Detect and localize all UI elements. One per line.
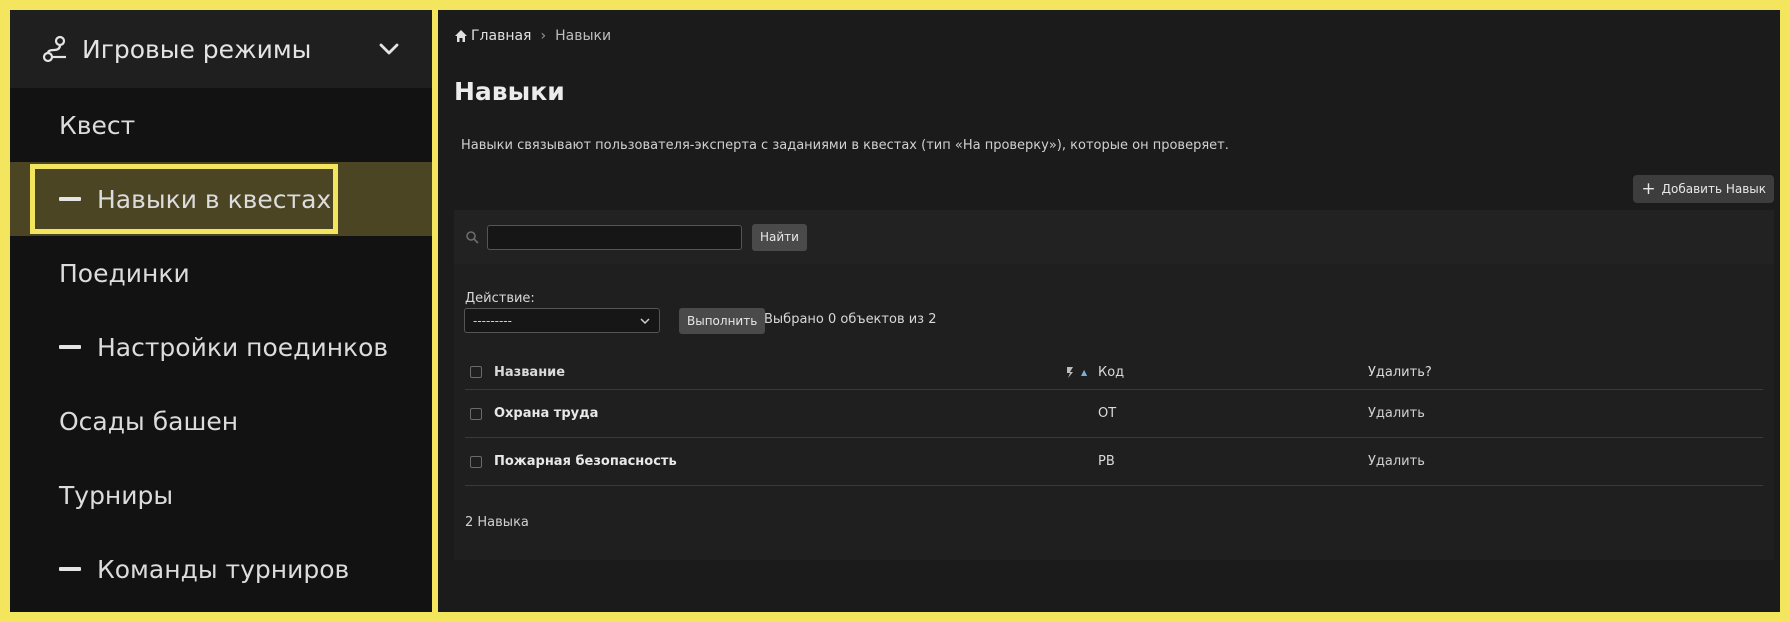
sort-ascending-icon: ▲ [1081, 367, 1088, 377]
page-description: Навыки связывают пользователя-эксперта с… [461, 138, 1229, 153]
sidebar-item-duel-settings[interactable]: Настройки поединков [10, 310, 432, 384]
add-skill-button[interactable]: + Добавить Навык [1633, 175, 1774, 203]
dash-icon [59, 345, 81, 349]
sidebar-item-label: Поединки [59, 258, 190, 288]
sidebar-item-tournaments[interactable]: Турниры [10, 458, 432, 532]
add-skill-label: Добавить Навык [1661, 182, 1766, 196]
main-content: Главная › Навыки Навыки Навыки связывают… [438, 10, 1780, 612]
action-label: Действие: [465, 291, 535, 306]
page-title: Навыки [454, 77, 565, 106]
row-delete-link[interactable]: Удалить [1368, 454, 1763, 469]
sidebar-item-label: Квест [59, 110, 136, 140]
home-icon [455, 30, 467, 42]
breadcrumb-current: Навыки [555, 28, 612, 44]
sidebar-item-label: Команды турниров [97, 554, 350, 584]
sidebar-group-game-modes[interactable]: Игровые режимы [10, 10, 432, 88]
sidebar-item-duels[interactable]: Поединки [10, 236, 432, 310]
row-name-link[interactable]: Пожарная безопасность [494, 454, 677, 469]
row-checkbox[interactable] [470, 455, 482, 468]
column-header-delete: Удалить? [1368, 364, 1432, 380]
search-button[interactable]: Найти [752, 223, 807, 251]
search-bar: Найти [454, 210, 1774, 264]
search-icon [466, 231, 479, 244]
column-header-name[interactable]: Название [494, 365, 1098, 380]
sidebar-group-title: Игровые режимы [82, 34, 312, 64]
sidebar-item-label: Турниры [59, 480, 174, 510]
sidebar-item-label: Осады башен [59, 406, 239, 436]
row-checkbox[interactable] [470, 407, 482, 420]
row-name-link[interactable]: Охрана труда [494, 406, 598, 421]
table-row: Охрана труда OT Удалить [465, 390, 1763, 438]
action-select[interactable]: --------- [464, 308, 660, 333]
search-input[interactable] [487, 224, 742, 250]
sidebar-item-quest[interactable]: Квест [10, 88, 432, 162]
sidebar-item-tournament-teams[interactable]: Команды турниров [10, 532, 432, 606]
route-icon [42, 35, 66, 63]
plus-icon: + [1641, 178, 1656, 199]
sort-priority-icon [1067, 367, 1073, 378]
row-code-cell: OT [1098, 406, 1117, 421]
sidebar-item-tower-sieges[interactable]: Осады башен [10, 384, 432, 458]
breadcrumb-home-link[interactable]: Главная [454, 28, 531, 44]
breadcrumb: Главная › Навыки [454, 28, 611, 44]
row-name-cell: Охрана труда [494, 406, 1098, 421]
result-count: 2 Навыка [465, 515, 529, 530]
sidebar: Игровые режимы Квест Навыки в квестах По… [10, 10, 432, 612]
skills-table: Название Код Удалить? ▲ Охрана труда OT … [465, 355, 1763, 486]
select-all-checkbox[interactable] [470, 366, 482, 378]
row-code-cell: PB [1098, 454, 1115, 469]
column-header-code[interactable]: Код [1098, 365, 1368, 380]
dash-icon [59, 567, 81, 571]
chevron-down-icon [640, 318, 650, 325]
row-name-cell: Пожарная безопасность [494, 454, 1098, 469]
active-item-highlight [30, 164, 338, 234]
run-action-button[interactable]: Выполнить [679, 308, 766, 334]
selected-count: Выбрано 0 объектов из 2 [764, 312, 937, 327]
table-header-row: Название Код Удалить? ▲ [465, 355, 1763, 390]
table-row: Пожарная безопасность PB Удалить [465, 438, 1763, 486]
sort-indicator[interactable]: ▲ [1065, 365, 1087, 379]
action-select-value: --------- [473, 313, 512, 328]
sidebar-item-label: Настройки поединков [97, 332, 389, 362]
chevron-down-icon[interactable] [376, 36, 402, 62]
row-delete-link[interactable]: Удалить [1368, 406, 1763, 421]
breadcrumb-separator: › [540, 28, 547, 44]
sidebar-item-quest-skills[interactable]: Навыки в квестах [10, 162, 432, 236]
breadcrumb-home-label: Главная [471, 28, 532, 44]
